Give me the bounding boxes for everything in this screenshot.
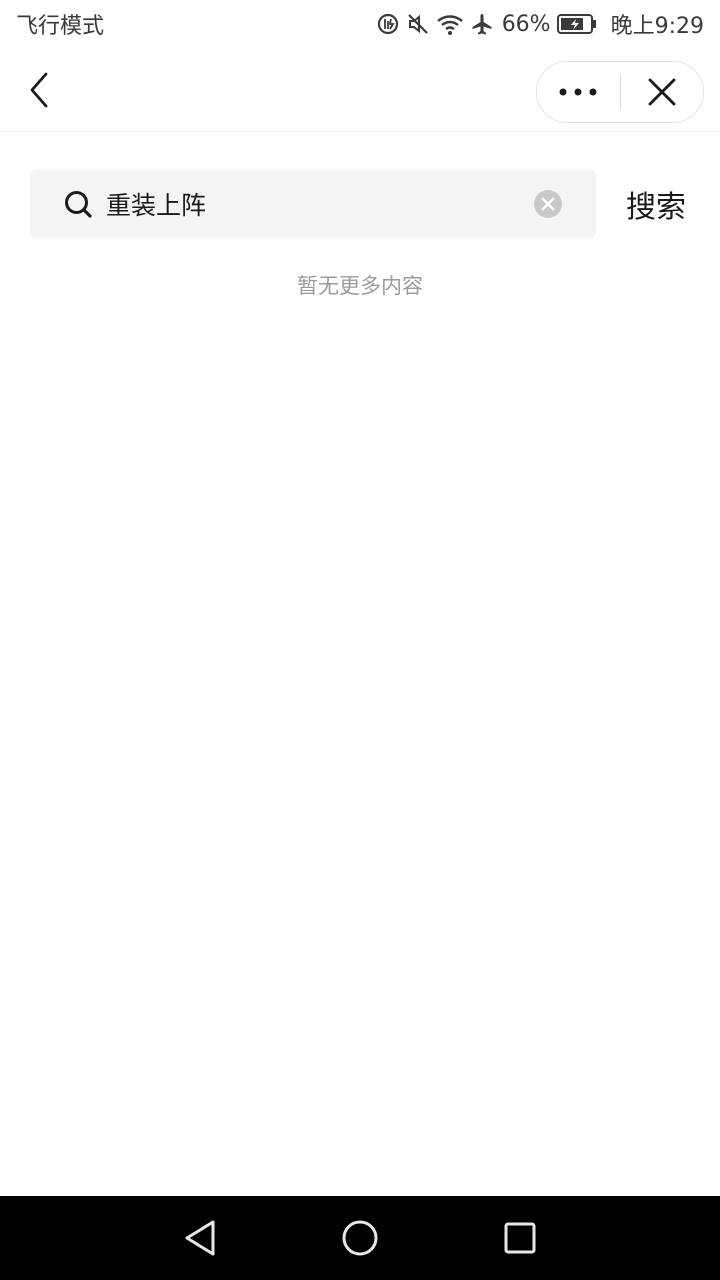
battery-percent: 66% (501, 11, 551, 37)
nav-home-icon (342, 1220, 378, 1256)
search-box[interactable] (30, 170, 596, 238)
screen: 飞行模式 66% 晚上9:29 重装上阵 搜索 暂无更多内容 (0, 0, 720, 1280)
nav-recents-icon (504, 1222, 536, 1254)
close-icon (648, 78, 676, 106)
status-bar: 飞行模式 66% 晚上9:29 (0, 0, 720, 48)
menu-capsule (536, 61, 704, 123)
nav-back-button[interactable] (176, 1214, 224, 1262)
system-nav-bar (0, 1196, 720, 1280)
wifi-icon (436, 12, 464, 36)
status-time: 晚上9:29 (610, 14, 704, 39)
title-bar (0, 48, 720, 132)
nav-home-button[interactable] (336, 1214, 384, 1262)
airplane-icon (470, 12, 494, 36)
search-icon (65, 191, 92, 218)
back-button[interactable] (18, 66, 62, 114)
clear-icon (541, 197, 555, 211)
data-saver-icon (376, 12, 400, 36)
chevron-left-icon (30, 72, 48, 108)
close-button[interactable] (621, 62, 704, 122)
search-input[interactable] (106, 182, 526, 226)
nav-recents-button[interactable] (496, 1214, 544, 1262)
status-left: 飞行模式 (16, 8, 104, 40)
more-dots-icon (559, 88, 597, 96)
nav-back-icon (185, 1220, 215, 1256)
mute-icon (406, 12, 430, 36)
status-right: 66% 晚上9:29 (376, 8, 704, 40)
empty-results-text: 暂无更多内容 (297, 274, 423, 298)
more-button[interactable] (537, 62, 620, 122)
battery-icon (556, 13, 597, 35)
airplane-mode-label: 飞行模式 (16, 14, 105, 39)
search-button[interactable]: 搜索 (626, 180, 686, 228)
clear-button[interactable] (534, 190, 562, 218)
